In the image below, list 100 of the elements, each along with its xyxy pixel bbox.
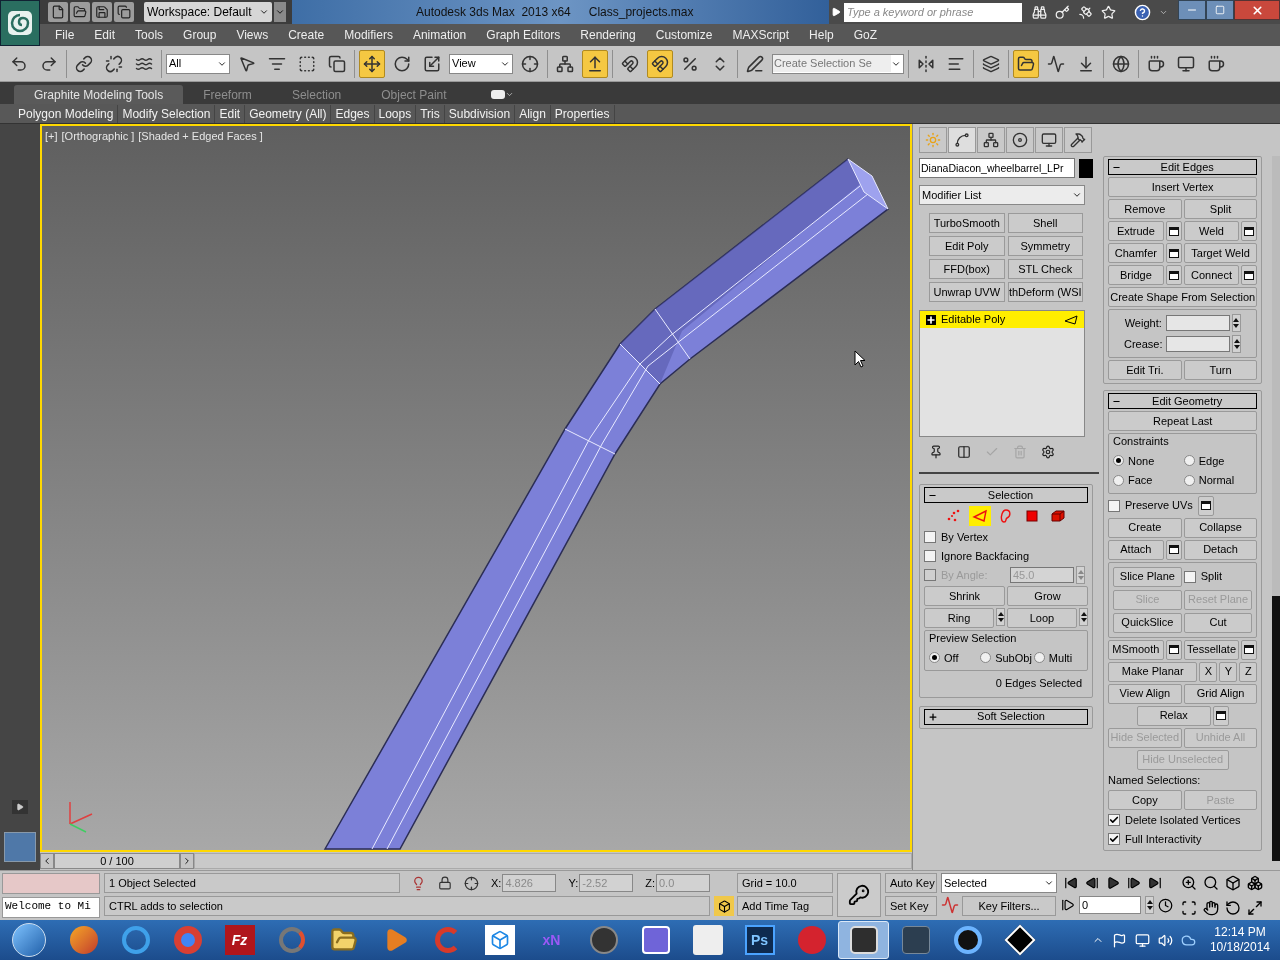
panel-button[interactable]: Weld (1183, 221, 1240, 241)
panel-button[interactable]: Grid Align (1183, 683, 1258, 704)
clock[interactable]: 12:14 PM 10/18/2014 (1209, 925, 1270, 955)
panel-button[interactable]: Make Planar (1108, 661, 1198, 682)
menu-item[interactable]: MAXScript (722, 26, 800, 44)
dropdown[interactable]: View (449, 53, 513, 74)
workspace-dropdown[interactable]: Workspace: Default (144, 2, 272, 22)
panel-button[interactable]: Y (1219, 661, 1238, 682)
modifier-button[interactable]: TurboSmooth (929, 213, 1005, 233)
menu-item[interactable]: Animation (402, 26, 477, 44)
menu-item[interactable]: Graph Editors (476, 26, 571, 44)
rollout-header[interactable]: Selection (924, 487, 1088, 503)
panel-button[interactable]: Collapse (1183, 517, 1258, 538)
panel-button[interactable]: Tessellate (1183, 639, 1240, 660)
panel-button[interactable]: Grow (1007, 586, 1088, 606)
key-filters-button[interactable]: Key Filters... (962, 896, 1056, 916)
set-key-button[interactable]: Set Key (885, 896, 937, 916)
ribbon-panel-button[interactable]: Edit (215, 104, 246, 123)
menu-item[interactable]: Create (278, 26, 335, 44)
rollout-header[interactable]: Soft Selection (924, 708, 1088, 725)
ribbon-panel-button[interactable]: Tris (416, 104, 445, 123)
panel-button[interactable]: Shrink (924, 586, 1005, 606)
modifier-button[interactable]: thDeform (WSI (1007, 282, 1083, 302)
ribbon-tab[interactable]: Graphite Modeling Tools (14, 85, 184, 104)
menu-item[interactable]: Modifiers (334, 26, 403, 44)
panel-button[interactable]: Ring (924, 608, 994, 628)
panel-button[interactable]: Repeat Last (1108, 411, 1258, 431)
time-slider-thumb[interactable]: 0 / 100 (54, 853, 180, 869)
modifier-button[interactable]: FFD(box) (929, 259, 1005, 279)
frame-field[interactable]: 0 (1079, 896, 1141, 914)
ribbon-panel-button[interactable]: Polygon Modeling (14, 104, 119, 123)
radio-label: Off (944, 650, 959, 666)
rollout-header[interactable]: Edit Edges (1108, 159, 1258, 175)
ribbon-panel-button[interactable]: Subdivision (444, 104, 516, 123)
object-name-field[interactable]: DianaDiacon_wheelbarrel_LPr (919, 158, 1075, 178)
taskbar-button[interactable]: Ps (734, 921, 785, 959)
ribbon-panel-button[interactable]: Modify Selection (118, 104, 216, 123)
panel-button[interactable]: Attach (1108, 539, 1164, 560)
panel-button[interactable]: Remove (1108, 199, 1182, 219)
viewport[interactable]: [+] [Orthographic ] [Shaded + Edged Faces ] (40, 124, 912, 852)
panel-button[interactable]: Extrude (1108, 221, 1164, 241)
modifier-button[interactable]: Edit Poly (929, 236, 1005, 256)
menu-item[interactable]: File (45, 26, 85, 44)
menu-item[interactable]: Tools (125, 26, 174, 44)
ribbon-panel-button[interactable]: Align (515, 104, 551, 123)
ribbon-tab[interactable]: Selection (271, 85, 362, 104)
panel-button[interactable]: Cut (1183, 612, 1253, 633)
panel-button[interactable]: Connect (1183, 265, 1240, 285)
menu-item[interactable]: Rendering (570, 26, 646, 44)
ribbon-panel-button[interactable]: Properties (550, 104, 615, 123)
panel-button[interactable]: Turn (1183, 360, 1258, 380)
panel-button[interactable]: Detach (1183, 539, 1258, 560)
dropdown[interactable]: All (166, 53, 230, 74)
modifier-list-dropdown[interactable]: Modifier List (919, 185, 1085, 205)
ribbon-tab[interactable]: Freeform (183, 85, 272, 104)
panel-button[interactable]: Slice Plane (1113, 566, 1182, 587)
panel-button[interactable]: QuickSlice (1113, 612, 1182, 633)
key-mode-dropdown[interactable]: Selected (941, 873, 1057, 893)
viewport-menu-label[interactable]: [Orthographic ] (61, 128, 135, 145)
panel-button[interactable]: X (1199, 661, 1218, 682)
menu-item[interactable]: Edit (84, 26, 126, 44)
modifier-button[interactable]: Shell (1007, 213, 1083, 233)
panel-button[interactable]: MSmooth (1108, 639, 1164, 660)
listener-output[interactable]: Welcome to Mi (2, 897, 100, 918)
add-time-tag-button[interactable]: Add Time Tag (737, 896, 833, 916)
menu-item[interactable]: GoZ (843, 26, 888, 44)
ribbon-panel-button[interactable]: Edges (331, 104, 375, 123)
panel-button[interactable]: Edit Tri. (1108, 360, 1182, 380)
modifier-button[interactable]: Unwrap UVW (929, 282, 1005, 302)
menu-item[interactable]: Group (173, 26, 227, 44)
panel-button[interactable]: Target Weld (1183, 243, 1258, 263)
radio-label: Multi (1048, 650, 1073, 666)
modifier-button[interactable]: Symmetry (1007, 236, 1083, 256)
viewport-menu-label[interactable]: [+] (45, 128, 58, 145)
panel-button[interactable]: View Align (1108, 683, 1182, 704)
named-selection-dropdown[interactable]: Create Selection Se (772, 53, 904, 74)
search-field[interactable]: Type a keyword or phrase (844, 2, 1022, 22)
panel-button[interactable]: Split (1183, 199, 1258, 219)
auto-key-button[interactable]: Auto Key (885, 873, 937, 893)
menu-item[interactable]: Help (799, 26, 844, 44)
ribbon-panel-button[interactable]: Geometry (All) (245, 104, 332, 123)
menu-item[interactable]: Views (226, 26, 279, 44)
ribbon-panel-button[interactable]: Loops (374, 104, 417, 123)
panel-button[interactable]: Chamfer (1108, 243, 1164, 263)
rollout-header[interactable]: Edit Geometry (1108, 393, 1258, 409)
modifier-button[interactable]: STL Check (1007, 259, 1083, 279)
ribbon-tab[interactable]: Object Paint (361, 85, 467, 104)
menu-item[interactable]: Customize (645, 26, 723, 44)
panel-button[interactable]: Copy (1108, 790, 1182, 810)
panel-button[interactable]: Create (1108, 517, 1182, 538)
taskbar-button[interactable]: Fz (214, 921, 265, 959)
panel-button[interactable]: Z (1239, 661, 1258, 682)
panel-button[interactable]: Bridge (1108, 265, 1164, 285)
panel-button[interactable]: Create Shape From Selection (1108, 287, 1258, 307)
panel-button[interactable]: Insert Vertex (1108, 177, 1258, 197)
group-title: Preview Selection (929, 631, 1018, 646)
viewport-menu-label[interactable]: [Shaded + Edged Faces ] (138, 128, 263, 145)
stack-item[interactable]: Editable Poly (920, 311, 1084, 328)
panel-button[interactable]: Relax (1136, 705, 1211, 726)
panel-button[interactable]: Loop (1007, 608, 1077, 628)
